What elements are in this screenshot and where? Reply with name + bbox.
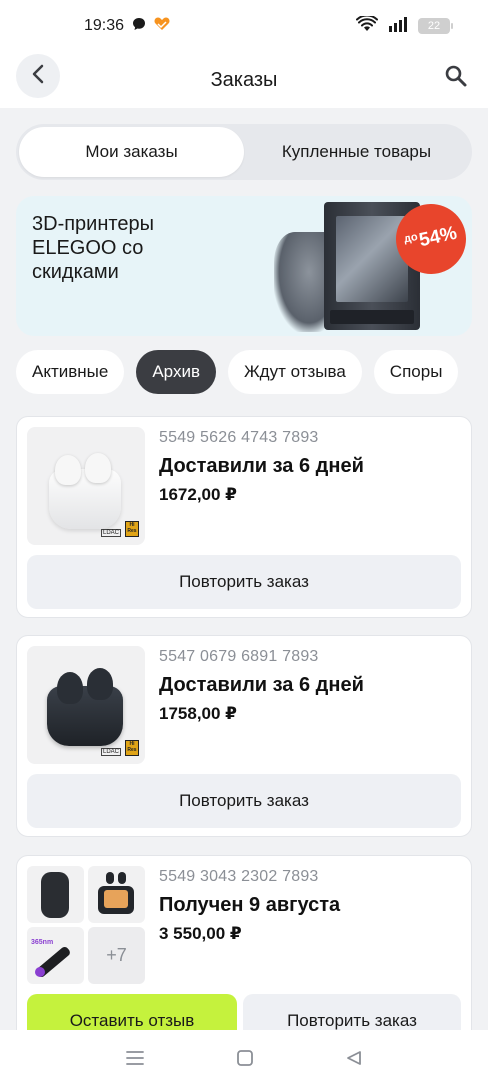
orders-tabs: Мои заказы Купленные товары bbox=[16, 124, 472, 180]
order-number: 5547 0679 6891 7893 bbox=[159, 648, 319, 665]
order-status: Доставили за 6 дней bbox=[159, 674, 364, 696]
filter-archive[interactable]: Архив bbox=[136, 350, 216, 394]
repeat-order-button[interactable]: Повторить заказ bbox=[27, 555, 461, 609]
heart-app-icon bbox=[154, 16, 170, 36]
filter-disputes[interactable]: Споры bbox=[373, 350, 459, 394]
battery-icon: 22 bbox=[418, 18, 453, 34]
discount-prefix: до bbox=[402, 230, 419, 246]
wifi-icon bbox=[356, 14, 378, 37]
repeat-order-button[interactable]: Повторить заказ bbox=[27, 774, 461, 828]
signal-icon bbox=[388, 16, 408, 37]
product-image: LDAC Hi Res bbox=[27, 427, 145, 545]
tab-purchased-items[interactable]: Купленные товары bbox=[244, 127, 469, 177]
order-status: Доставили за 6 дней bbox=[159, 455, 364, 477]
filter-active[interactable]: Активные bbox=[16, 350, 125, 394]
status-left: 19:36 bbox=[84, 16, 170, 36]
menu-icon[interactable] bbox=[125, 1050, 145, 1071]
discount-value: 54% bbox=[417, 222, 459, 252]
order-price: 1758,00 ₽ bbox=[159, 704, 238, 723]
search-icon bbox=[444, 64, 468, 93]
system-nav-bar bbox=[0, 1030, 488, 1090]
order-number: 5549 3043 2302 7893 bbox=[159, 868, 319, 885]
back-button[interactable] bbox=[16, 54, 60, 98]
product-thumb-earbuds-case bbox=[88, 866, 145, 923]
battery-level: 22 bbox=[427, 20, 441, 32]
order-price: 3 550,00 ₽ bbox=[159, 924, 242, 943]
product-image: LDAC Hi Res bbox=[27, 646, 145, 764]
search-button[interactable] bbox=[440, 62, 472, 94]
product-thumb-uv-flashlight: 365nm bbox=[27, 927, 84, 984]
order-number: 5549 5626 4743 7893 bbox=[159, 429, 319, 446]
tab-my-orders[interactable]: Мои заказы bbox=[19, 127, 244, 177]
page-title: Заказы bbox=[210, 68, 278, 91]
order-card[interactable]: LDAC Hi Res 5549 5626 4743 7893 Доставил… bbox=[16, 416, 472, 618]
chat-bubble-icon bbox=[132, 17, 146, 36]
more-items-count: +7 bbox=[88, 927, 145, 984]
promo-banner[interactable]: 3D-принтеры ELEGOO со скидками до 54% bbox=[16, 196, 472, 336]
status-time: 19:36 bbox=[84, 17, 125, 34]
top-header: Заказы bbox=[0, 52, 488, 108]
product-image-grid: 365nm +7 bbox=[27, 866, 145, 984]
banner-text: 3D-принтеры ELEGOO со скидками bbox=[32, 213, 154, 283]
order-card[interactable]: LDAC Hi Res 5547 0679 6891 7893 Доставил… bbox=[16, 635, 472, 837]
status-right: 22 bbox=[356, 14, 453, 37]
order-status: Получен 9 августа bbox=[159, 894, 341, 916]
status-bar: 19:36 22 bbox=[0, 0, 488, 52]
order-card[interactable]: 365nm +7 5549 3043 2302 7893 Получен 9 а… bbox=[16, 855, 472, 1057]
home-square-icon[interactable] bbox=[236, 1049, 254, 1072]
chevron-left-icon bbox=[31, 64, 45, 89]
order-price: 1672,00 ₽ bbox=[159, 485, 238, 504]
filter-chips: Активные Архив Ждут отзыва Споры bbox=[16, 350, 459, 394]
filter-awaiting-review[interactable]: Ждут отзыва bbox=[227, 350, 362, 394]
back-triangle-icon[interactable] bbox=[345, 1049, 363, 1072]
product-thumb-knee-sleeve bbox=[27, 866, 84, 923]
